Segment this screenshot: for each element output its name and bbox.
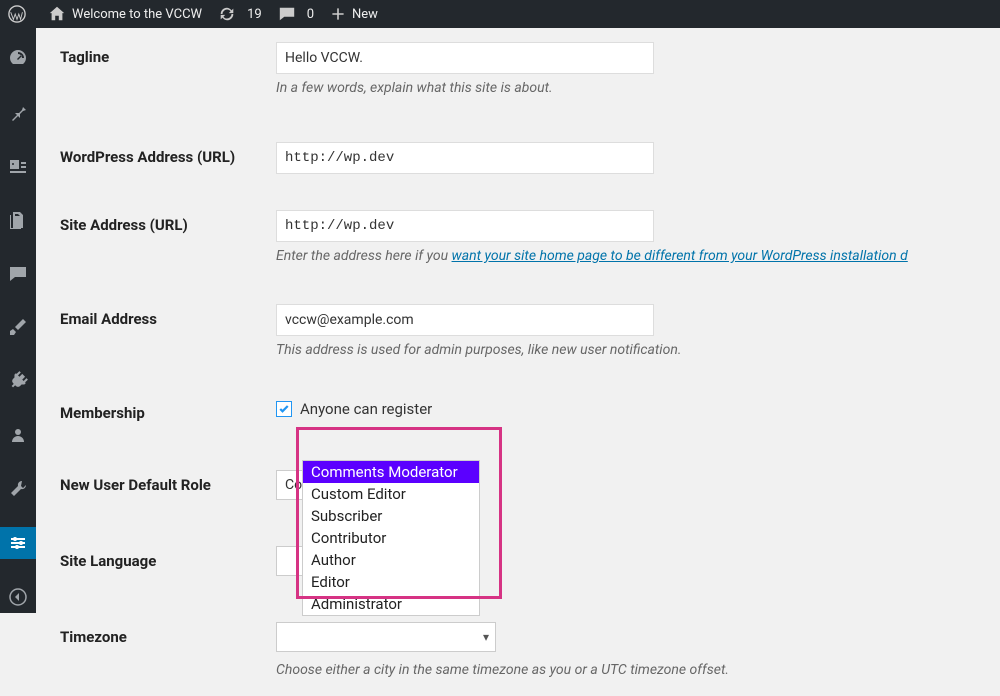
input-tagline[interactable]	[276, 42, 654, 74]
comments-icon	[8, 264, 28, 284]
check-icon	[278, 403, 290, 415]
menu-comments[interactable]	[0, 258, 36, 290]
row-site-language: Site Language	[36, 518, 1000, 594]
media-icon	[8, 156, 28, 176]
menu-collapse[interactable]	[0, 581, 36, 613]
new-label: New	[352, 7, 378, 22]
label-site-address: Site Address (URL)	[36, 210, 276, 234]
label-timezone: Timezone	[36, 622, 276, 646]
updates-link[interactable]: 19	[218, 5, 262, 23]
label-email: Email Address	[36, 304, 276, 328]
refresh-icon	[218, 5, 236, 23]
collapse-icon	[8, 587, 28, 607]
desc-email: This address is used for admin purposes,…	[276, 336, 1000, 358]
checkbox-anyone-can-register[interactable]	[276, 401, 292, 417]
option-contributor[interactable]: Contributor	[303, 527, 479, 549]
label-membership: Membership	[36, 398, 276, 422]
desc-tagline: In a few words, explain what this site i…	[276, 74, 1000, 96]
comments-link[interactable]: 0	[278, 5, 314, 23]
admin-bar: Welcome to the VCCW 19 0 New	[0, 0, 1000, 28]
menu-settings[interactable]	[0, 527, 36, 559]
menu-pages[interactable]	[0, 204, 36, 236]
wp-logo[interactable]	[8, 5, 32, 23]
dropdown-default-role-options: Comments Moderator Custom Editor Subscri…	[302, 460, 480, 616]
row-membership: Membership Anyone can register	[36, 376, 1000, 440]
option-custom-editor[interactable]: Custom Editor	[303, 483, 479, 505]
comment-icon	[278, 5, 296, 23]
row-tagline: Tagline In a few words, explain what thi…	[36, 28, 1000, 114]
input-wp-address[interactable]	[276, 142, 654, 174]
option-subscriber[interactable]: Subscriber	[303, 505, 479, 527]
row-timezone: Timezone Choose either a city in the sam…	[36, 594, 1000, 696]
row-wp-address: WordPress Address (URL)	[36, 114, 1000, 192]
menu-dashboard[interactable]	[0, 42, 36, 74]
home-icon	[48, 5, 66, 23]
option-author[interactable]: Author	[303, 549, 479, 571]
menu-media[interactable]	[0, 150, 36, 182]
site-name-link[interactable]: Welcome to the VCCW	[48, 5, 202, 23]
wrench-icon	[8, 479, 28, 499]
new-link[interactable]: New	[330, 6, 378, 22]
admin-sidebar	[0, 28, 36, 613]
label-site-language: Site Language	[36, 546, 276, 570]
option-administrator[interactable]: Administrator	[303, 593, 479, 615]
desc-site-address: Enter the address here if you want your …	[276, 242, 1000, 264]
brush-icon	[8, 317, 28, 337]
wordpress-icon	[8, 5, 26, 23]
menu-tools[interactable]	[0, 473, 36, 505]
checkbox-label: Anyone can register	[300, 400, 432, 418]
menu-users[interactable]	[0, 419, 36, 451]
input-email[interactable]	[276, 304, 654, 336]
input-site-address[interactable]	[276, 210, 654, 242]
settings-general-form: Tagline In a few words, explain what thi…	[36, 28, 1000, 613]
option-comments-moderator[interactable]: Comments Moderator	[303, 461, 479, 483]
pages-icon	[8, 210, 28, 230]
row-site-address: Site Address (URL) Enter the address her…	[36, 192, 1000, 282]
menu-posts[interactable]	[0, 96, 36, 128]
label-wp-address: WordPress Address (URL)	[36, 142, 276, 166]
select-timezone[interactable]	[276, 622, 496, 652]
dashboard-icon	[8, 48, 28, 68]
plug-icon	[8, 371, 28, 391]
row-default-role: New User Default Role Comments Moderator	[36, 440, 1000, 518]
menu-plugins[interactable]	[0, 365, 36, 397]
label-tagline: Tagline	[36, 42, 276, 66]
menu-appearance[interactable]	[0, 312, 36, 344]
desc-timezone: Choose either a city in the same timezon…	[276, 656, 1000, 678]
plus-icon	[330, 6, 346, 22]
user-icon	[8, 425, 28, 445]
updates-count: 19	[247, 7, 262, 22]
site-title: Welcome to the VCCW	[72, 7, 202, 22]
row-email: Email Address This address is used for a…	[36, 282, 1000, 376]
comments-count: 0	[307, 7, 314, 22]
option-editor[interactable]: Editor	[303, 571, 479, 593]
sliders-icon	[8, 533, 28, 553]
pin-icon	[8, 102, 28, 122]
label-default-role: New User Default Role	[36, 470, 276, 494]
link-site-address-help[interactable]: want your site home page to be different…	[452, 248, 908, 264]
